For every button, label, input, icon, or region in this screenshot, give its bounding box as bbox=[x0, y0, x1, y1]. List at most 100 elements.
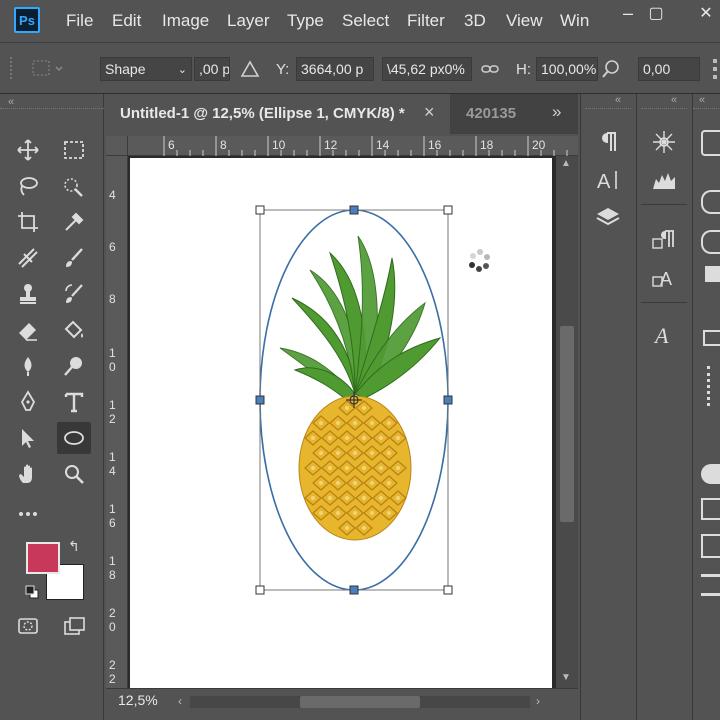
paint-bucket-tool-icon[interactable] bbox=[57, 314, 91, 346]
options-more-icon[interactable] bbox=[710, 55, 720, 83]
paragraph-icon[interactable] bbox=[587, 124, 629, 160]
menu-edit[interactable]: Edit bbox=[112, 11, 141, 31]
type-tool-icon[interactable] bbox=[57, 386, 91, 418]
menu-image[interactable]: Image bbox=[162, 11, 209, 31]
menu-select[interactable]: Select bbox=[342, 11, 389, 31]
marquee-tool-icon[interactable] bbox=[57, 134, 91, 166]
channels-panel-icon[interactable] bbox=[701, 534, 720, 558]
ellipse-tool-icon[interactable] bbox=[57, 422, 91, 454]
zoom-tool-icon[interactable] bbox=[57, 458, 91, 490]
eyedropper-tool-icon[interactable] bbox=[57, 206, 91, 238]
width-field[interactable]: ,00 p bbox=[194, 57, 230, 81]
brush-tool-icon[interactable] bbox=[57, 242, 91, 274]
tabs-overflow-icon[interactable]: » bbox=[552, 102, 561, 122]
anchor-left[interactable] bbox=[255, 395, 265, 405]
scroll-right-icon[interactable]: › bbox=[536, 694, 540, 708]
default-colors-icon[interactable] bbox=[25, 585, 39, 599]
crop-tool-icon[interactable] bbox=[11, 206, 45, 238]
link-icon[interactable] bbox=[480, 59, 500, 84]
paragraph-styles-icon[interactable] bbox=[643, 222, 685, 258]
menu-3d[interactable]: 3D bbox=[464, 11, 486, 31]
collapse-tools-icon[interactable]: « bbox=[8, 96, 14, 108]
tools-grip[interactable] bbox=[0, 108, 104, 111]
info-panel-icon[interactable] bbox=[701, 130, 720, 156]
blur-tool-icon[interactable] bbox=[11, 350, 45, 382]
hand-tool-icon[interactable] bbox=[11, 458, 45, 490]
foreground-color-swatch[interactable] bbox=[26, 542, 60, 574]
menu-view[interactable]: View bbox=[506, 11, 543, 31]
levels-icon[interactable] bbox=[643, 162, 685, 198]
properties-panel-icon[interactable] bbox=[703, 330, 720, 346]
swap-colors-icon[interactable]: ↰ bbox=[68, 538, 80, 555]
vertical-ruler[interactable]: 4 6 8 1 0 1 2 1 4 1 6 1 8 2 0 2 2 bbox=[106, 156, 128, 688]
brushes-icon[interactable] bbox=[643, 124, 685, 160]
paths-panel-icon[interactable] bbox=[701, 498, 720, 520]
history-panel-icon[interactable] bbox=[707, 366, 720, 406]
panel-grip[interactable] bbox=[641, 108, 687, 109]
scroll-left-icon[interactable]: ‹ bbox=[178, 694, 182, 708]
panel-grip[interactable] bbox=[585, 108, 631, 109]
angle-field[interactable]: \45,62 px0% bbox=[382, 57, 472, 81]
actions-panel-icon[interactable] bbox=[701, 574, 720, 596]
tab-untitled-1[interactable]: Untitled-1 @ 12,5% (Ellipse 1, CMYK/8) *… bbox=[106, 94, 450, 134]
pen-tool-icon[interactable] bbox=[11, 386, 45, 418]
menu-file[interactable]: File bbox=[66, 11, 93, 31]
menu-window[interactable]: Win bbox=[560, 11, 589, 31]
quick-select-tool-icon[interactable] bbox=[57, 170, 91, 202]
scroll-down-icon[interactable]: ▼ bbox=[561, 672, 571, 683]
height-field[interactable]: 100,00% bbox=[536, 57, 598, 81]
tab-420135[interactable]: 420135 bbox=[466, 105, 516, 122]
color-panel-icon[interactable] bbox=[701, 190, 720, 214]
anchor-bottom[interactable] bbox=[349, 585, 359, 595]
tool-preset-icon[interactable] bbox=[28, 55, 68, 81]
path-select-tool-icon[interactable] bbox=[11, 422, 45, 454]
3d-panel-icon[interactable] bbox=[705, 266, 720, 282]
character-styles-icon[interactable]: A bbox=[643, 260, 685, 296]
horizontal-ruler[interactable]: 6 8 10 12 14 16 18 20 bbox=[128, 136, 578, 156]
handle-top-left[interactable] bbox=[255, 205, 265, 215]
triangle-icon[interactable] bbox=[240, 59, 260, 84]
lasso-tool-icon[interactable] bbox=[11, 170, 45, 202]
more-tools-icon[interactable] bbox=[11, 498, 45, 530]
collapse-panel-icon[interactable]: « bbox=[615, 94, 621, 106]
horizontal-scrollbar[interactable] bbox=[190, 696, 530, 708]
screen-mode-icon[interactable] bbox=[57, 610, 91, 642]
anchor-right[interactable] bbox=[443, 395, 453, 405]
menu-type[interactable]: Type bbox=[287, 11, 324, 31]
restore-button[interactable]: ▢ bbox=[632, 0, 680, 26]
handle-bottom-left[interactable] bbox=[255, 585, 265, 595]
history-brush-tool-icon[interactable] bbox=[57, 278, 91, 310]
zoom-level[interactable]: 12,5% bbox=[118, 692, 158, 708]
menu-layer[interactable]: Layer bbox=[227, 11, 270, 31]
move-tool-icon[interactable] bbox=[11, 134, 45, 166]
anchor-top[interactable] bbox=[349, 205, 359, 215]
quick-mask-icon[interactable] bbox=[11, 610, 45, 642]
search-icon[interactable] bbox=[600, 58, 622, 85]
eraser-tool-icon[interactable] bbox=[11, 314, 45, 346]
collapse-panel-icon[interactable]: « bbox=[671, 94, 677, 106]
vertical-scrollbar[interactable]: ▲ ▼ bbox=[556, 156, 578, 688]
horizontal-scrollbar-thumb[interactable] bbox=[300, 696, 420, 708]
panel-grip[interactable] bbox=[693, 108, 720, 109]
corner-radius-field[interactable]: 0,00 bbox=[638, 57, 700, 81]
scrollbar-thumb[interactable] bbox=[560, 326, 574, 522]
handle-bottom-right[interactable] bbox=[443, 585, 453, 595]
close-window-button[interactable]: ✕ bbox=[682, 0, 720, 26]
character-icon[interactable]: A bbox=[587, 162, 629, 198]
options-grip[interactable] bbox=[10, 57, 15, 79]
collapse-panel-icon[interactable]: « bbox=[699, 94, 705, 106]
dodge-tool-icon[interactable] bbox=[57, 350, 91, 382]
close-tab-icon[interactable]: × bbox=[424, 102, 435, 123]
scroll-up-icon[interactable]: ▲ bbox=[561, 158, 571, 169]
layers-icon[interactable] bbox=[587, 200, 629, 236]
ruler-origin[interactable] bbox=[106, 136, 128, 156]
shape-mode-select[interactable]: Shape ⌄ bbox=[100, 57, 192, 81]
document-canvas[interactable] bbox=[130, 158, 552, 688]
y-field[interactable]: 3664,00 p bbox=[296, 57, 374, 81]
healing-tool-icon[interactable] bbox=[11, 242, 45, 274]
handle-top-right[interactable] bbox=[443, 205, 453, 215]
glyphs-icon[interactable]: A bbox=[643, 316, 685, 352]
stamp-tool-icon[interactable] bbox=[11, 278, 45, 310]
swatches-panel-icon[interactable] bbox=[701, 464, 720, 484]
menu-filter[interactable]: Filter bbox=[407, 11, 445, 31]
